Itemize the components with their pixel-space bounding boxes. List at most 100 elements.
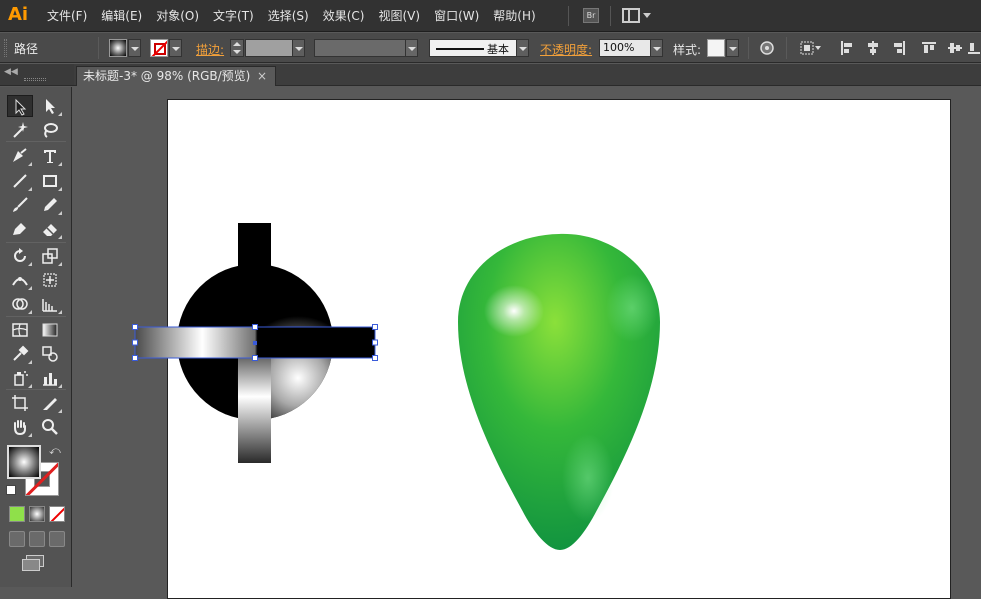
stroke-swatch[interactable] (150, 39, 168, 57)
menu-edit[interactable]: 编辑(E) (94, 0, 149, 32)
fill-color-box[interactable] (7, 445, 41, 479)
stroke-weight-dropdown[interactable] (292, 39, 305, 57)
none-icon (50, 507, 64, 521)
line-segment-tool[interactable] (7, 170, 33, 192)
scale-tool[interactable] (37, 245, 63, 267)
arrange-documents-button[interactable] (622, 8, 651, 24)
graphic-style-dropdown[interactable] (726, 39, 739, 57)
shape-builder-tool[interactable] (7, 293, 33, 315)
gradient-tool[interactable] (37, 319, 63, 341)
menu-separator (568, 6, 569, 26)
variable-width-dropdown[interactable] (405, 39, 418, 57)
column-graph-tool-icon (43, 373, 57, 386)
eraser-tool[interactable] (37, 218, 63, 240)
align-bottom-icon[interactable] (968, 41, 981, 55)
menu-file[interactable]: 文件(F) (40, 0, 94, 32)
variable-width-profile[interactable] (314, 39, 406, 57)
control-bar: 路径 描边: 基本 不透明度: 100% 样式: (0, 33, 981, 63)
panel-grip[interactable] (4, 39, 7, 57)
draw-behind-button[interactable] (29, 531, 45, 547)
paintbrush-tool[interactable] (7, 194, 33, 216)
menu-type[interactable]: 文字(T) (206, 0, 261, 32)
change-screen-mode-button[interactable] (22, 555, 46, 571)
pen-tool[interactable] (7, 145, 33, 167)
lasso-tool[interactable] (37, 119, 63, 141)
opacity-label[interactable]: 不透明度: (540, 41, 592, 58)
artboard[interactable] (167, 99, 951, 599)
menu-separator (610, 6, 611, 26)
symbol-sprayer-tool-icon (14, 371, 28, 386)
menu-view[interactable]: 视图(V) (371, 0, 427, 32)
none-mode-button[interactable] (49, 506, 65, 522)
draw-inside-button[interactable] (49, 531, 65, 547)
recolor-artwork-icon[interactable] (760, 41, 774, 55)
align-right-icon[interactable] (892, 41, 906, 55)
menu-object[interactable]: 对象(O) (149, 0, 206, 32)
symbol-sprayer-tool[interactable] (7, 367, 33, 389)
tool-group-indicator (28, 162, 32, 166)
menu-select[interactable]: 选择(S) (261, 0, 316, 32)
pencil-tool[interactable] (37, 194, 63, 216)
document-tab[interactable]: 未标题-3* @ 98% (RGB/预览) × (76, 66, 276, 86)
tool-group-indicator (58, 409, 62, 413)
width-tool[interactable] (7, 269, 33, 291)
document-tab-bar: 未标题-3* @ 98% (RGB/预览) × (74, 64, 981, 86)
selection-tool[interactable] (7, 95, 33, 117)
bridge-button[interactable]: Br (583, 8, 599, 23)
align-horizontal-center-icon[interactable] (866, 41, 880, 55)
free-transform-tool[interactable] (37, 269, 63, 291)
brush-definition[interactable]: 基本 (429, 39, 517, 57)
blob-brush-tool[interactable] (7, 218, 33, 240)
slice-tool[interactable] (37, 392, 63, 414)
style-label: 样式: (673, 43, 702, 57)
rectangle-tool[interactable] (37, 170, 63, 192)
stroke-dropdown[interactable] (169, 39, 182, 57)
opacity-dropdown[interactable] (650, 39, 663, 57)
tool-group-indicator (58, 211, 62, 215)
menu-effect[interactable]: 效果(C) (316, 0, 372, 32)
graphic-style-swatch[interactable] (707, 39, 725, 57)
align-top-icon[interactable] (922, 41, 936, 55)
draw-normal-button[interactable] (9, 531, 25, 547)
hand-tool[interactable] (7, 416, 33, 438)
rotate-tool[interactable] (7, 245, 33, 267)
magic-wand-tool[interactable] (7, 119, 33, 141)
align-left-icon[interactable] (840, 41, 854, 55)
stroke-weight-stepper[interactable] (230, 39, 244, 57)
stroke-weight-field[interactable] (245, 39, 293, 57)
eyedropper-tool[interactable] (7, 343, 33, 365)
fill-swatch[interactable] (109, 39, 127, 57)
app-logo: Ai (8, 4, 29, 25)
perspective-grid-tool[interactable] (37, 293, 63, 315)
swap-fill-stroke-icon[interactable]: ⤺ (49, 444, 61, 458)
direct-selection-tool[interactable] (37, 95, 63, 117)
collapse-panel-icon[interactable]: ◀◀ (4, 67, 18, 77)
screen-mode-icon-back (22, 559, 40, 571)
tool-group-indicator (58, 112, 62, 116)
tool-group-indicator (28, 187, 32, 191)
canvas-area[interactable] (74, 87, 981, 599)
fill-dropdown[interactable] (128, 39, 141, 57)
width-tool-icon (12, 277, 28, 286)
tool-group-indicator (58, 235, 62, 239)
type-tool-icon (44, 150, 56, 163)
opacity-field[interactable]: 100% (599, 39, 651, 57)
stroke-weight-label[interactable]: 描边: (196, 41, 224, 58)
default-fill-stroke-icon[interactable] (6, 485, 16, 495)
gradient-mode-button[interactable] (29, 506, 45, 522)
brush-dropdown[interactable] (516, 39, 529, 57)
column-graph-tool[interactable] (37, 367, 63, 389)
mesh-tool[interactable] (7, 319, 33, 341)
blend-tool[interactable] (37, 343, 63, 365)
menu-help[interactable]: 帮助(H) (486, 0, 542, 32)
close-icon[interactable]: × (257, 67, 267, 85)
zoom-tool[interactable] (37, 416, 63, 438)
menu-window[interactable]: 窗口(W) (427, 0, 486, 32)
align-vertical-center-icon[interactable] (948, 41, 962, 55)
toolbar-grip[interactable] (24, 78, 46, 81)
selection-tool-icon (15, 98, 27, 116)
type-tool[interactable] (37, 145, 63, 167)
align-to-selection-icon[interactable] (800, 41, 822, 55)
artboard-tool[interactable] (7, 392, 33, 414)
color-mode-button[interactable] (9, 506, 25, 522)
